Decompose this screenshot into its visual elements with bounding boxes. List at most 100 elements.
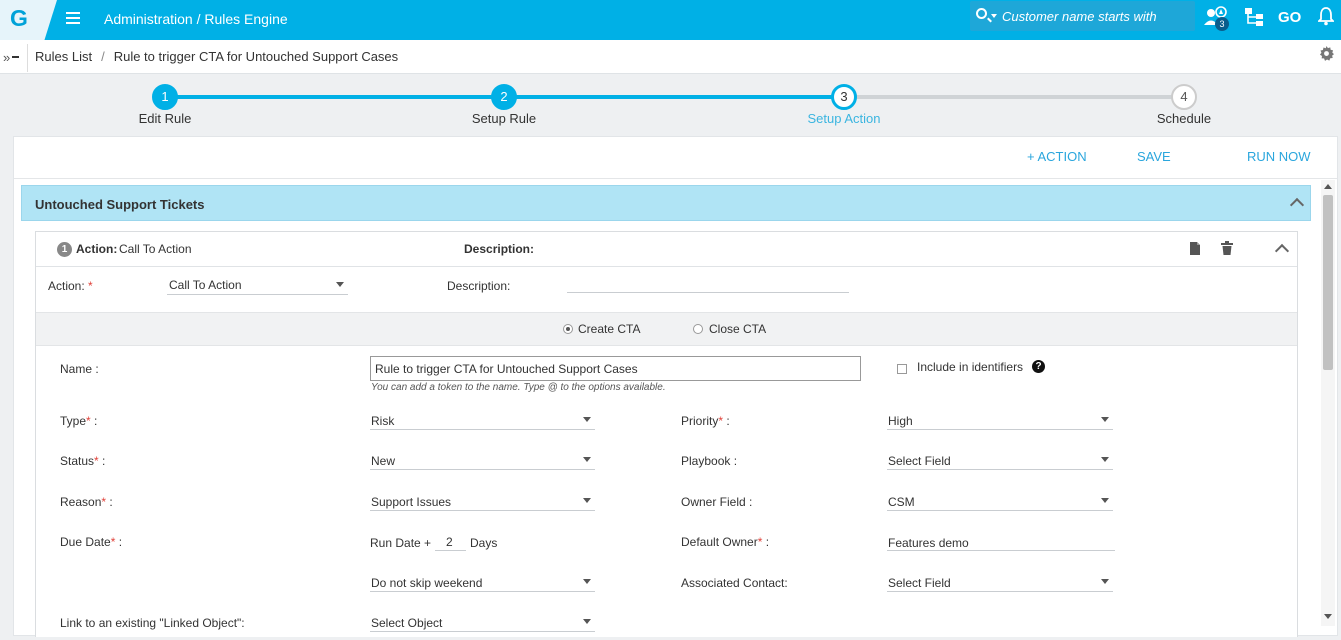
toggle-glyph: » [3,50,11,65]
collapse-action-icon[interactable] [1274,243,1290,259]
owner-field-value: CSM [888,495,915,509]
copy-icon[interactable] [1189,241,1201,256]
action-field-label: Action: * [48,279,93,293]
search-scope-caret-icon[interactable] [991,14,997,18]
logo-letter: G [10,5,28,31]
breadcrumb-rules-list[interactable]: Rules List [35,49,92,64]
playbook-select[interactable]: Select Field [887,448,1113,470]
status-value: New [371,454,396,468]
rule-action-panel: + ACTION SAVE RUN NOW Untouched Support … [13,136,1338,637]
description-input[interactable] [567,271,849,293]
breadcrumb-separator: / [101,49,105,64]
create-cta-radio[interactable] [563,324,573,334]
chevron-down-icon [583,579,591,584]
step-2-label[interactable]: Setup Rule [424,111,584,126]
run-date-prefix: Run Date + [370,536,432,550]
due-date-label: Due Date* : [60,535,123,549]
priority-label-text: Priority [681,414,719,428]
name-hint: You can add a token to the name. Type @ … [371,382,666,393]
step-3-circle[interactable]: 3 [831,84,857,110]
step-1-circle[interactable]: 1 [152,84,178,110]
status-select[interactable]: New [370,448,595,470]
go-button[interactable]: GO [1278,9,1301,26]
linked-object-select[interactable]: Select Object [370,610,595,632]
close-cta-label[interactable]: Close CTA [709,322,766,336]
step-1-label[interactable]: Edit Rule [85,111,245,126]
menu-icon[interactable] [66,12,80,24]
breadcrumb-current-rule: Rule to trigger CTA for Untouched Suppor… [113,49,399,64]
scroll-up-arrow-icon[interactable] [1324,184,1332,189]
days-suffix: Days [470,536,498,550]
description-header-label: Description: [464,242,535,256]
top-nav-bar: G Administration / Rules Engine Customer… [0,0,1341,40]
vertical-scrollbar[interactable] [1321,180,1335,626]
type-label-text: Type [60,414,87,428]
required-marker: * [101,495,107,509]
due-days-input[interactable]: 2 [435,529,466,551]
save-button[interactable]: SAVE [1137,149,1171,164]
priority-value: High [888,414,913,428]
status-label: Status* : [60,454,106,468]
section-header[interactable]: Untouched Support Tickets [21,185,1311,221]
description-field-label: Description: [447,279,511,293]
help-icon[interactable]: ? [1032,360,1045,373]
action-header-value: Call To Action [119,242,192,256]
chevron-down-icon [1101,457,1109,462]
delete-icon[interactable] [1221,241,1233,255]
playbook-label: Playbook : [681,454,738,468]
default-owner-input[interactable]: Features demo [887,529,1115,551]
associated-contact-select[interactable]: Select Field [887,570,1113,592]
scroll-down-arrow-icon[interactable] [1324,614,1332,619]
chevron-down-icon [583,498,591,503]
action-card: 1 Action: Call To Action Description: Ac… [35,231,1298,637]
type-select[interactable]: Risk [370,408,595,430]
include-identifiers-label: Include in identifiers [917,360,1024,374]
owner-field-select[interactable]: CSM [887,489,1113,511]
chevron-up-icon[interactable] [1289,197,1305,213]
reason-label: Reason* : [60,495,113,509]
name-input[interactable]: Rule to trigger CTA for Untouched Suppor… [370,356,861,381]
required-marker: * [110,535,116,549]
close-cta-radio[interactable] [693,324,703,334]
search-icon [976,8,987,19]
run-now-button[interactable]: RUN NOW [1247,149,1311,164]
reason-label-text: Reason [60,495,102,509]
actions-toolbar: + ACTION SAVE RUN NOW [14,137,1337,179]
associated-contact-value: Select Field [888,576,951,590]
chevron-down-icon [583,457,591,462]
app-logo[interactable]: G [0,0,57,40]
step-3-label[interactable]: Setup Action [764,111,924,126]
weekend-select[interactable]: Do not skip weekend [370,570,595,592]
add-action-button[interactable]: + ACTION [1027,149,1087,164]
required-marker: * [757,535,763,549]
action-index-badge: 1 [57,242,72,257]
default-owner-label: Default Owner* : [681,535,770,549]
playbook-value: Select Field [888,454,951,468]
include-identifiers-checkbox[interactable] [897,364,907,374]
step-4-label[interactable]: Schedule [1104,111,1264,126]
linked-object-value: Select Object [371,616,443,630]
reason-select[interactable]: Support Issues [370,489,595,511]
default-owner-value: Features demo [888,536,969,550]
toggle-bar-icon [12,56,19,58]
step-2-circle[interactable]: 2 [491,84,517,110]
chevron-down-icon [1101,498,1109,503]
scrollbar-thumb[interactable] [1323,195,1333,370]
action-card-header: 1 Action: Call To Action Description: [36,232,1297,267]
search-input[interactable]: Customer name starts with [970,1,1195,31]
action-select[interactable]: Call To Action [167,273,348,295]
sidebar-toggle-button[interactable]: » [0,44,28,72]
required-marker: * [94,454,99,468]
type-label: Type* : [60,414,98,428]
due-days-value: 2 [446,535,453,549]
required-marker: * [718,414,724,428]
create-cta-label[interactable]: Create CTA [578,322,640,336]
hierarchy-icon[interactable] [1243,7,1265,27]
required-marker: * [88,279,93,293]
required-marker: * [86,414,91,428]
step-4-circle[interactable]: 4 [1171,84,1197,110]
bell-icon[interactable] [1318,7,1334,26]
priority-select[interactable]: High [887,408,1113,430]
gear-icon[interactable] [1319,46,1334,61]
weekend-value: Do not skip weekend [371,576,483,590]
